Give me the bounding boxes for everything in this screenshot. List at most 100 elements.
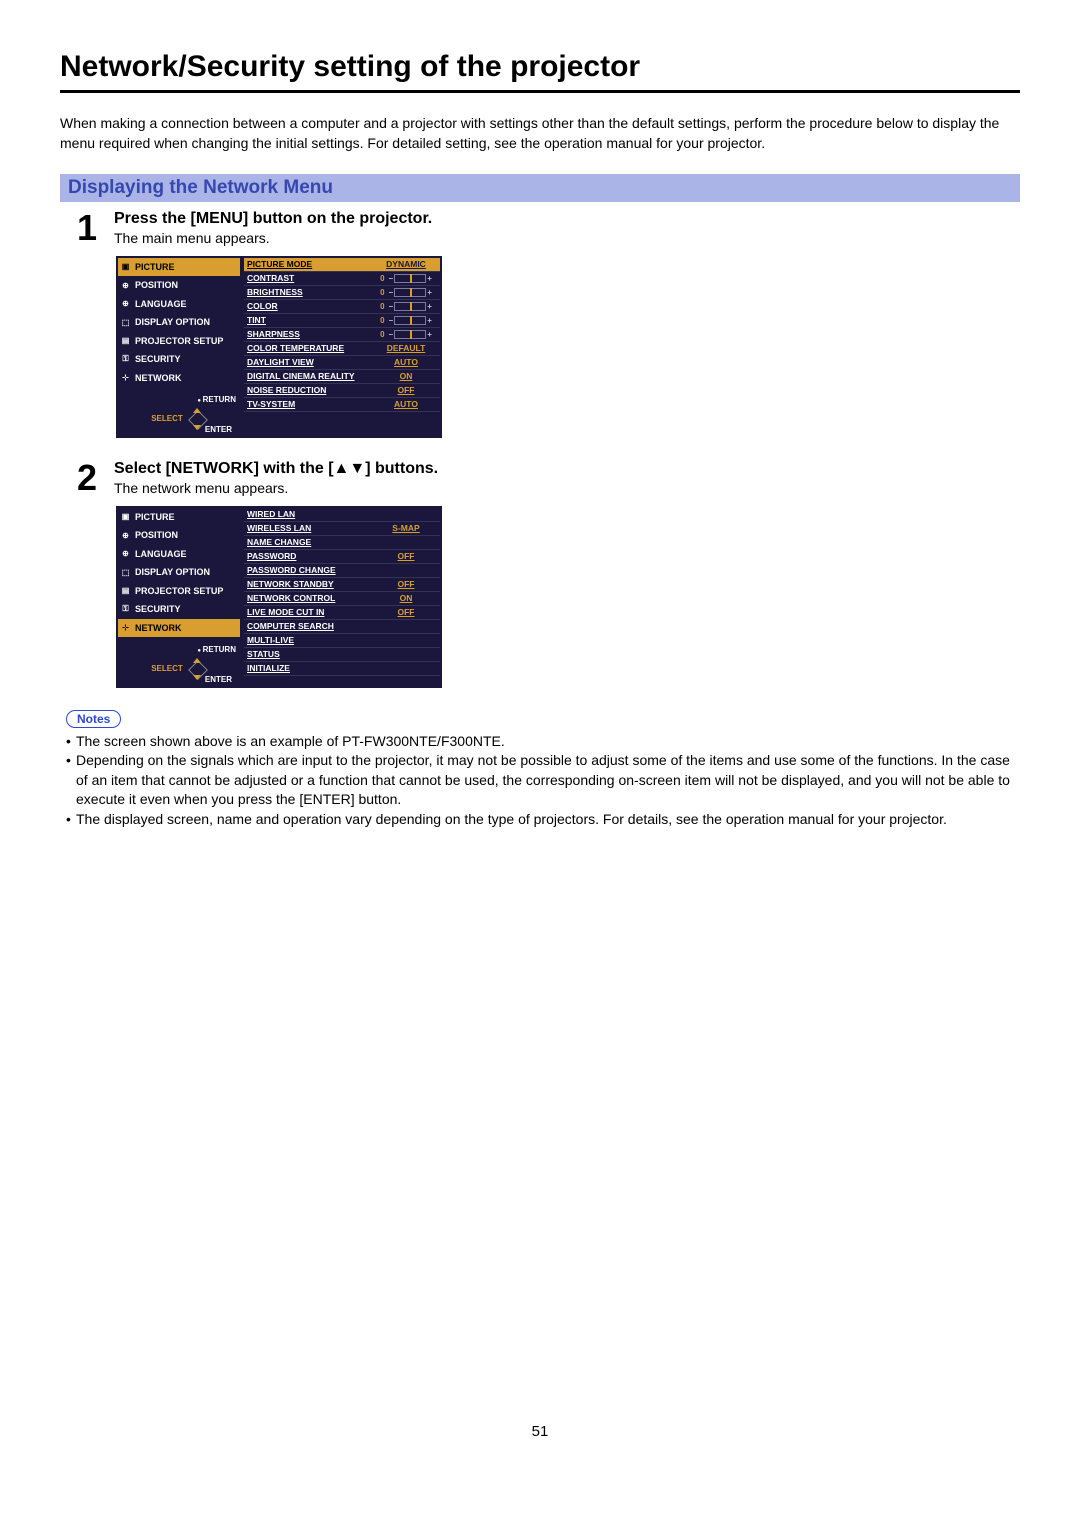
menu-sidebar: ▣PICTURE⊕POSITION ⊕ LANGUAGE ⬚DISPLAY OPTIO… — [116, 506, 242, 688]
sidebar-item-icon: ⊕ — [120, 548, 131, 559]
step-title: Select [NETWORK] with the [▲▼] buttons. — [114, 460, 438, 478]
step-number: 2 — [60, 460, 114, 496]
select-label: SELECT — [151, 664, 183, 673]
sidebar-item: ⚿SECURITY — [118, 350, 240, 368]
menu-row-value: 0−+ — [375, 274, 437, 283]
menu-row-label: STATUS — [247, 649, 375, 659]
sidebar-item-label: LANGUAGE — [135, 299, 187, 309]
menu-sidebar: ▣PICTURE⊕POSITION⊕LANGUAGE⬚DISPLAY OPTIO… — [116, 256, 242, 438]
step-2: 2 Select [NETWORK] with the [▲▼] buttons… — [60, 460, 1020, 496]
section-heading: Displaying the Network Menu — [60, 174, 1020, 202]
menu-row: STATUS — [244, 648, 440, 662]
sidebar-item-icon: ▣ — [120, 511, 131, 522]
sidebar-item-icon: ▤ — [120, 585, 131, 596]
sidebar-item: ▣PICTURE — [118, 508, 240, 526]
menu-row: TV-SYSTEMAUTO — [244, 398, 440, 412]
sidebar-item-label: POSITION — [135, 280, 178, 290]
menu-row-label: WIRELESS LAN — [247, 523, 375, 533]
sidebar-item-label: SECURITY — [135, 604, 181, 614]
menu-row: NETWORK CONTROLON — [244, 592, 440, 606]
menu-row-label: WIRED LAN — [247, 509, 375, 519]
sidebar-item-icon: ⊹ — [120, 372, 131, 383]
step-title: Press the [MENU] button on the projector… — [114, 210, 432, 228]
menu-row-label: DAYLIGHT VIEW — [247, 357, 375, 367]
menu-row-label: COLOR TEMPERATURE — [247, 343, 375, 353]
menu-row-label: PICTURE MODE — [247, 259, 375, 269]
sidebar-item-label: PROJECTOR SETUP — [135, 586, 223, 596]
nav-diamond-icon — [187, 409, 207, 429]
menu-row: PASSWORD CHANGE — [244, 564, 440, 578]
menu-row-value: OFF — [375, 551, 437, 561]
menu-row: PICTURE MODEDYNAMIC — [244, 258, 440, 272]
network-menu-panel: WIRED LAN WIRELESS LANS-MAPNAME CHANGE PAS… — [242, 506, 442, 688]
sidebar-item: ⬚ DISPLAY OPTION — [118, 313, 240, 331]
menu-row: COLOR0−+ — [244, 300, 440, 314]
menu-row-label: PASSWORD CHANGE — [247, 565, 375, 575]
page-number: 51 — [60, 1423, 1020, 1440]
menu-row-value: S-MAP — [375, 523, 437, 533]
menu-row-label: INITIALIZE — [247, 663, 375, 673]
sidebar-item-label: DISPLAY OPTION — [135, 567, 210, 577]
menu-row-value: DEFAULT — [375, 343, 437, 353]
sidebar-item: ⊕ LANGUAGE — [118, 295, 240, 313]
menu-row-value: AUTO — [375, 399, 437, 409]
intro-paragraph: When making a connection between a compu… — [60, 113, 1020, 154]
menu-row-label: NAME CHANGE — [247, 537, 375, 547]
menu-row-value: 0−+ — [375, 302, 437, 311]
menu-row-label: DIGITAL CINEMA REALITY — [247, 371, 375, 381]
menu-row-label: MULTI-LIVE — [247, 635, 375, 645]
return-label: RETURN — [197, 395, 236, 404]
menu-row-value: OFF — [375, 579, 437, 589]
sidebar-item-icon: ⊕ — [120, 298, 131, 309]
sidebar-item-label: PROJECTOR SETUP — [135, 336, 223, 346]
sidebar-item-label: PICTURE — [135, 262, 175, 272]
step-subtitle: The main menu appears. — [114, 230, 432, 246]
return-label: RETURN — [197, 645, 236, 654]
note-item: • The screen shown above is an example o… — [66, 732, 1020, 752]
sidebar-item: ⊕POSITION — [118, 276, 240, 294]
sidebar-item: ⬚DISPLAY OPTION — [118, 563, 240, 581]
sidebar-item-label: LANGUAGE — [135, 549, 187, 559]
menu-row-value: 0−+ — [375, 316, 437, 325]
menu-row-value: DYNAMIC — [375, 259, 437, 269]
sidebar-item: ⊹NETWORK — [118, 369, 240, 387]
menu-row: NOISE REDUCTIONOFF — [244, 384, 440, 398]
menu-row-label: CONTRAST — [247, 273, 375, 283]
page-title: Network/Security setting of the projecto… — [60, 50, 1020, 93]
menu-row: SHARPNESS0−+ — [244, 328, 440, 342]
menu-row-label: COMPUTER SEARCH — [247, 621, 375, 631]
nav-diamond-icon — [187, 659, 207, 679]
note-item: • The displayed screen, name and operati… — [66, 810, 1020, 830]
menu-row-label: TV-SYSTEM — [247, 399, 375, 409]
menu-row-value: ON — [375, 593, 437, 603]
sidebar-item: ⚿SECURITY — [118, 600, 240, 618]
menu-row-label: NETWORK STANDBY — [247, 579, 375, 589]
sidebar-item-icon: ⚿ — [120, 354, 131, 365]
menu-row-value: ON — [375, 371, 437, 381]
menu-row-label: COLOR — [247, 301, 375, 311]
menu-row-label: LIVE MODE CUT IN — [247, 607, 375, 617]
sidebar-item: ⊹NETWORK — [118, 619, 240, 637]
notes-list: • The screen shown above is an example o… — [66, 732, 1020, 830]
sidebar-item-label: DISPLAY OPTION — [135, 317, 210, 327]
sidebar-item: ▤PROJECTOR SETUP — [118, 332, 240, 350]
note-item: • Depending on the signals which are inp… — [66, 751, 1020, 810]
menu-row: DIGITAL CINEMA REALITYON — [244, 370, 440, 384]
step-subtitle: The network menu appears. — [114, 480, 438, 496]
menu-row: WIRED LAN — [244, 508, 440, 522]
step-number: 1 — [60, 210, 114, 246]
menu-row: TINT0−+ — [244, 314, 440, 328]
menu-row-label: NETWORK CONTROL — [247, 593, 375, 603]
sidebar-item-label: NETWORK — [135, 623, 182, 633]
menu-row: INITIALIZE — [244, 662, 440, 676]
sidebar-item: ▤ PROJECTOR SETUP — [118, 582, 240, 600]
sidebar-item-icon: ⬚ — [120, 317, 131, 328]
menu-row-value: 0−+ — [375, 288, 437, 297]
network-menu-screenshot: ▣PICTURE⊕POSITION ⊕ LANGUAGE ⬚DISPLAY OPTIO… — [116, 506, 1020, 688]
menu-row-label: TINT — [247, 315, 375, 325]
notes-badge: Notes — [66, 710, 121, 728]
menu-row-label: BRIGHTNESS — [247, 287, 375, 297]
menu-row: PASSWORDOFF — [244, 550, 440, 564]
menu-row-value: 0−+ — [375, 330, 437, 339]
sidebar-item: ⊕POSITION — [118, 526, 240, 544]
